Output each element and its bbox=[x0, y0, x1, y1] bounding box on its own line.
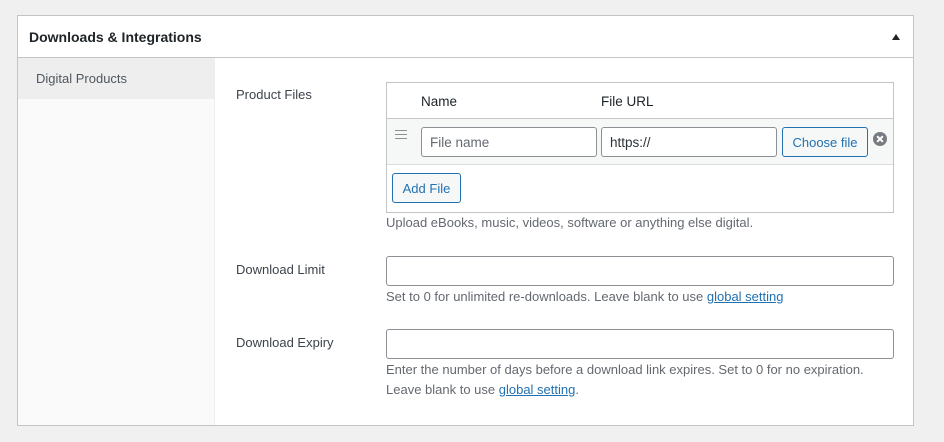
downloads-integrations-metabox: Downloads & Integrations Digital Product… bbox=[17, 15, 914, 426]
add-file-button[interactable]: Add File bbox=[392, 173, 461, 203]
tabs-sidebar: Digital Products bbox=[18, 58, 215, 425]
metabox-body: Digital Products Product Files Name File… bbox=[18, 58, 913, 425]
file-url-input[interactable] bbox=[601, 127, 777, 157]
download-expiry-label: Download Expiry bbox=[236, 335, 334, 350]
download-expiry-description: Enter the number of days before a downlo… bbox=[386, 360, 864, 400]
download-expiry-desc-suffix: . bbox=[575, 382, 579, 397]
remove-file-icon[interactable] bbox=[873, 132, 887, 146]
table-footer: Add File bbox=[387, 165, 893, 212]
download-expiry-desc-line2: Leave blank to use global setting. bbox=[386, 380, 864, 400]
column-url-header: File URL bbox=[601, 94, 654, 109]
download-expiry-desc-line1: Enter the number of days before a downlo… bbox=[386, 362, 864, 377]
download-expiry-desc-prefix: Leave blank to use bbox=[386, 382, 499, 397]
digital-products-panel: Product Files Name File URL Choose file bbox=[215, 58, 913, 425]
download-expiry-input[interactable] bbox=[386, 329, 894, 359]
tab-label: Digital Products bbox=[36, 71, 128, 86]
drag-handle-icon[interactable] bbox=[395, 130, 407, 142]
download-limit-input[interactable] bbox=[386, 256, 894, 286]
download-limit-description: Set to 0 for unlimited re-downloads. Lea… bbox=[386, 287, 783, 307]
choose-file-button[interactable]: Choose file bbox=[782, 127, 868, 157]
metabox-title: Downloads & Integrations bbox=[29, 28, 202, 45]
product-files-label: Product Files bbox=[236, 87, 312, 102]
download-limit-global-setting-link[interactable]: global setting bbox=[707, 289, 784, 304]
download-expiry-global-setting-link[interactable]: global setting bbox=[499, 382, 576, 397]
product-files-table: Name File URL Choose file Add File bbox=[386, 82, 894, 213]
collapse-arrow-icon[interactable] bbox=[892, 33, 900, 40]
table-row: Choose file bbox=[387, 118, 893, 165]
file-name-input[interactable] bbox=[421, 127, 597, 157]
product-files-description: Upload eBooks, music, videos, software o… bbox=[386, 215, 754, 230]
tab-digital-products[interactable]: Digital Products bbox=[18, 58, 214, 99]
download-limit-label: Download Limit bbox=[236, 262, 325, 277]
column-name-header: Name bbox=[421, 94, 458, 109]
table-header: Name File URL bbox=[387, 83, 893, 118]
download-limit-desc-text: Set to 0 for unlimited re-downloads. Lea… bbox=[386, 289, 707, 304]
metabox-header: Downloads & Integrations bbox=[18, 16, 913, 58]
